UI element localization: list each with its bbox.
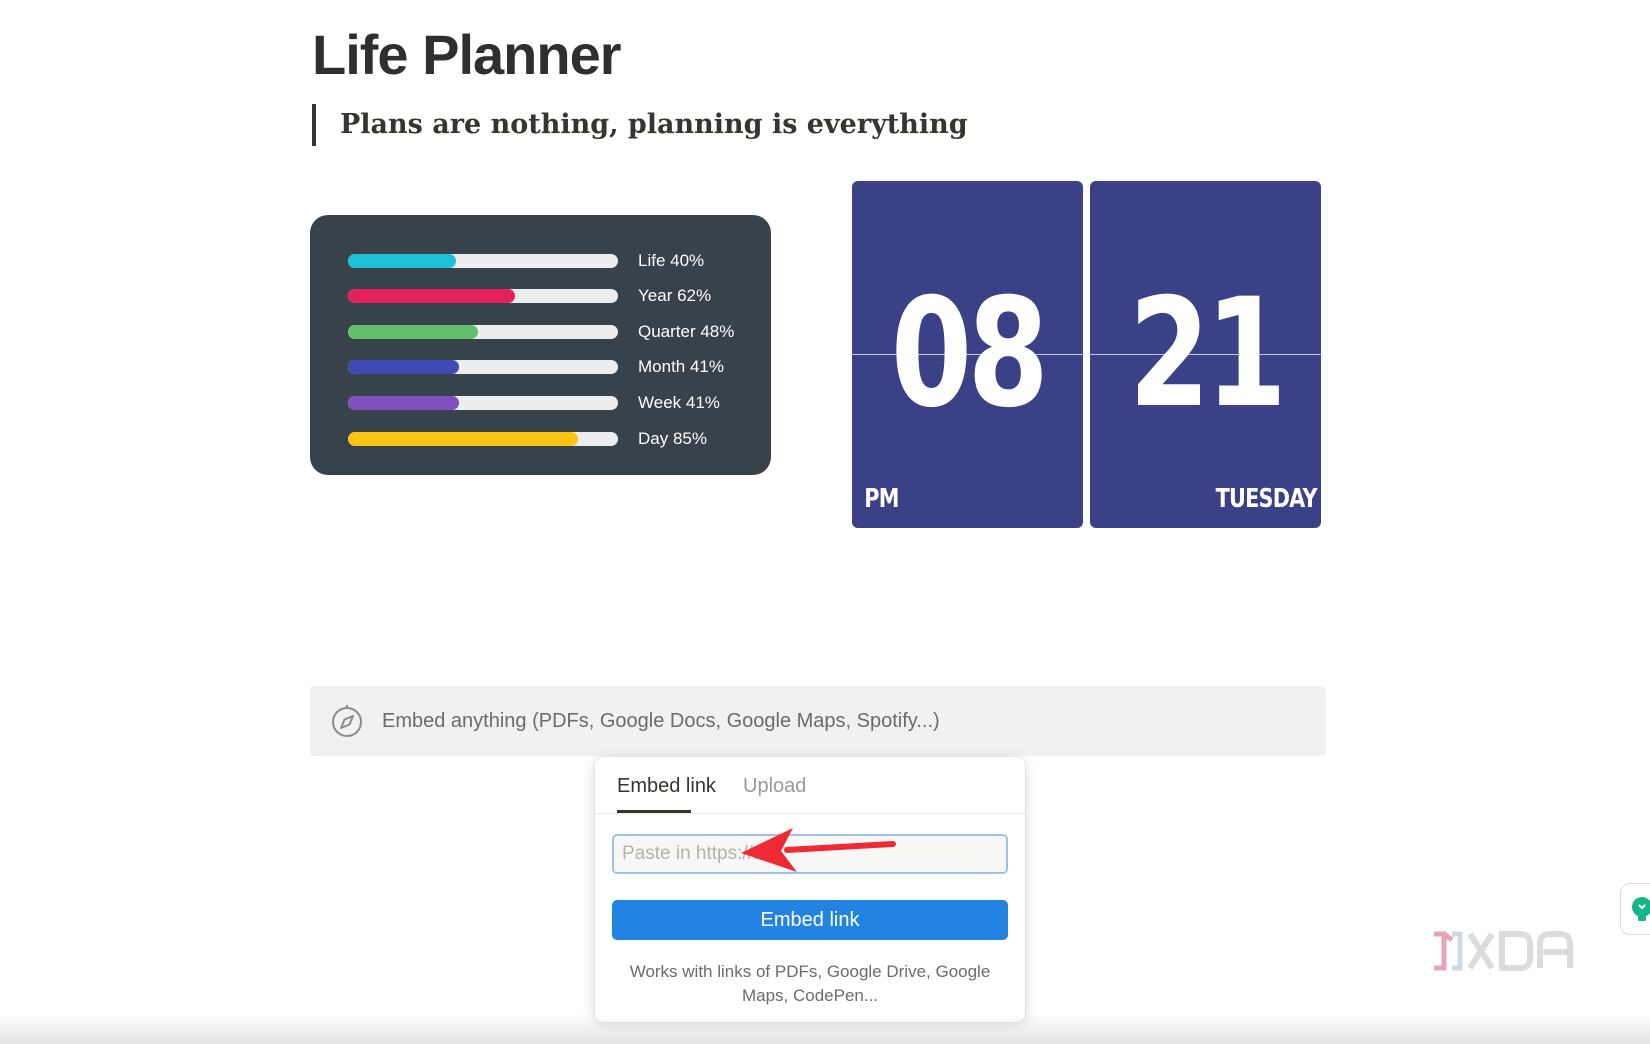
- embed-block[interactable]: Embed anything (PDFs, Google Docs, Googl…: [310, 686, 1326, 756]
- bottom-fade: [0, 1014, 1650, 1044]
- progress-widget: Life 40% Year 62% Quarter 48% Month 41% …: [310, 215, 771, 475]
- clock-meridiem: PM: [864, 484, 899, 514]
- progress-track: [348, 325, 618, 339]
- progress-label: Quarter 48%: [638, 322, 735, 341]
- embed-block-label: Embed anything (PDFs, Google Docs, Googl…: [382, 709, 940, 732]
- annotation-arrow-icon: [741, 828, 896, 872]
- progress-row-day: Day 85%: [348, 429, 758, 449]
- progress-track: [348, 432, 618, 446]
- progress-fill: [348, 289, 516, 303]
- progress-row-quarter: Quarter 48%: [348, 322, 758, 342]
- progress-track: [348, 289, 618, 303]
- progress-row-year: Year 62%: [348, 286, 758, 306]
- clock-weekday: TUESDAY: [1215, 484, 1317, 514]
- progress-fill: [348, 396, 459, 410]
- active-tab-underline: [617, 810, 691, 813]
- tab-embed-link[interactable]: Embed link: [617, 775, 716, 798]
- popover-tabs: Embed link Upload: [595, 757, 1025, 814]
- progress-row-life: Life 40%: [348, 251, 758, 271]
- embed-help-text: Works with links of PDFs, Google Drive, …: [629, 962, 991, 1005]
- tab-upload[interactable]: Upload: [743, 775, 806, 798]
- progress-track: [348, 396, 618, 410]
- progress-row-month: Month 41%: [348, 357, 758, 377]
- page-title: Life Planner: [312, 23, 622, 86]
- card-split-line: [852, 354, 1083, 355]
- side-help-widget[interactable]: [1620, 883, 1650, 935]
- progress-label: Month 41%: [638, 357, 724, 376]
- progress-label: Week 41%: [638, 393, 720, 412]
- progress-label: Life 40%: [638, 251, 705, 270]
- lightbulb-icon: [1632, 897, 1650, 921]
- progress-fill: [348, 325, 478, 339]
- progress-track: [348, 360, 618, 374]
- embed-popover: Embed link Upload Embed link Works with …: [595, 757, 1025, 1022]
- progress-label: Day 85%: [638, 429, 707, 448]
- card-split-line: [1090, 354, 1321, 355]
- clock-hour-card: 08 PM: [852, 181, 1083, 528]
- progress-track: [348, 254, 618, 268]
- page-quote: Plans are nothing, planning is everythin…: [312, 104, 968, 146]
- progress-label: Year 62%: [638, 286, 712, 305]
- embed-link-button[interactable]: Embed link: [612, 900, 1008, 940]
- progress-row-week: Week 41%: [348, 393, 758, 413]
- progress-fill: [348, 360, 459, 374]
- xda-logo-icon: [1434, 931, 1573, 971]
- compass-icon: [332, 705, 362, 737]
- progress-fill: [348, 254, 456, 268]
- clock-minute-card: 21 TUESDAY: [1090, 181, 1321, 528]
- progress-fill: [348, 432, 578, 446]
